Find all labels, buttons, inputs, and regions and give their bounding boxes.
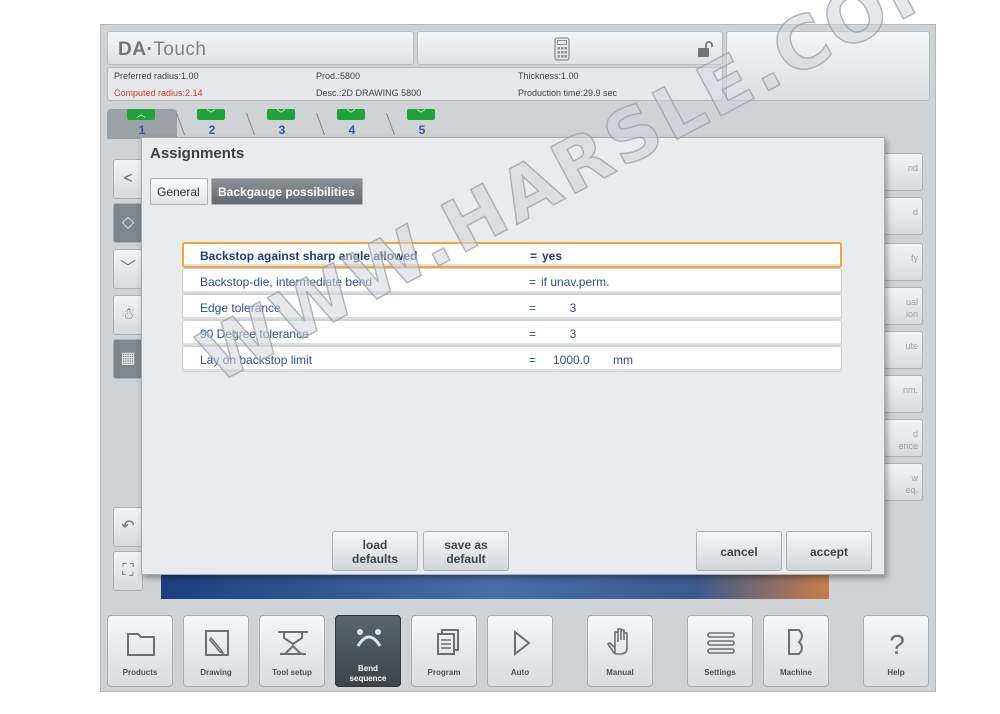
diamond-view-button[interactable]: ◇ (113, 203, 143, 243)
zoom-fit-button[interactable]: ⛶ (113, 551, 143, 591)
help-button[interactable]: ? Help (863, 615, 929, 687)
param-value: 3 (569, 327, 577, 341)
production-time: Production time:29.9 sec (518, 88, 618, 98)
tab-general[interactable]: General (150, 178, 208, 205)
button-label: default (446, 552, 486, 566)
param-value: if unav.perm. (541, 275, 610, 289)
toolbar-label: Help (887, 668, 905, 677)
settings-icon (707, 632, 735, 654)
bend-graphic-area (161, 573, 829, 599)
save-as-default-button[interactable]: save as default (423, 531, 509, 571)
right-button-5[interactable]: ute (883, 331, 923, 369)
button-label: load (362, 538, 388, 552)
play-icon (514, 629, 531, 657)
load-defaults-button[interactable]: load defaults (332, 531, 418, 571)
bend-sequence-button[interactable]: Bend sequence (335, 615, 401, 687)
bend-flag-icon: ︿ (127, 109, 155, 120)
param-unit: mm (613, 353, 633, 367)
rotate-button[interactable]: ↶ (113, 507, 143, 547)
param-equals: = (529, 327, 537, 341)
param-equals: = (529, 275, 537, 289)
calculator-icon (554, 37, 570, 61)
svg-text:?: ? (889, 629, 905, 660)
toolbar-label: Settings (704, 668, 736, 677)
right-button-2[interactable]: d (883, 197, 923, 235)
machine-button[interactable]: Machine (763, 615, 829, 687)
bend-tab-number: 3 (278, 123, 286, 137)
bend-tab-number: 2 (208, 123, 216, 137)
button-label: save as (444, 538, 488, 552)
product-number: Prod.:5800 (316, 71, 361, 81)
param-equals: = (529, 353, 537, 367)
bend-tab-3[interactable]: ﹀ 3 (247, 109, 326, 139)
accept-button[interactable]: accept (786, 531, 872, 571)
bend-tab-2[interactable]: ﹀ 2 (177, 109, 256, 139)
program-button[interactable]: Program (411, 615, 477, 687)
hand-icon (606, 628, 628, 655)
param-equals: = (529, 301, 537, 315)
brand-suffix: Touch (153, 39, 207, 60)
right-button-3[interactable]: fy (883, 243, 923, 281)
preferred-radius: Preferred radius:1.00 (114, 71, 199, 81)
button-label: defaults (351, 552, 398, 566)
settings-button[interactable]: Settings (687, 615, 753, 687)
pages-icon (437, 629, 459, 655)
bend-tab-number: 5 (418, 123, 426, 137)
tool-view-button[interactable]: ☃ (113, 295, 143, 335)
machine-view-button[interactable]: ▦ (113, 339, 143, 379)
thickness: Thickness:1.00 (518, 71, 579, 81)
bend-flag-icon: ﹀ (197, 109, 225, 120)
right-button-8[interactable]: w eq. (883, 463, 923, 501)
header-status-panel (417, 31, 723, 65)
app-title: DA·Touch (107, 31, 414, 65)
back-arrow-button[interactable]: < (113, 159, 143, 199)
auto-button[interactable]: Auto (487, 615, 553, 687)
toolbar-label: Drawing (200, 668, 232, 677)
right-button-7[interactable]: d ence (883, 419, 923, 457)
toolbar-label: Machine (779, 668, 812, 677)
toolbar-label: Bend sequence (349, 664, 387, 683)
bend-tab-1[interactable]: ︿ 1 (107, 109, 186, 139)
chevron-down-button[interactable]: ﹀ (113, 249, 143, 289)
toolbar-label: Tool setup (272, 668, 312, 677)
machine-icon (788, 629, 803, 655)
folder-icon (127, 633, 155, 656)
param-value: 3 (569, 301, 577, 315)
right-button-1[interactable]: nd (883, 153, 923, 191)
pencil-icon (205, 630, 229, 656)
bend-flag-icon: ﹀ (337, 109, 365, 120)
bend-tab-4[interactable]: ﹀ 4 (317, 109, 396, 139)
right-button-4[interactable]: ual ion (883, 287, 923, 325)
dialog-title: Assignments (150, 145, 245, 162)
toolbar-label: Program (427, 668, 461, 677)
param-equals: = (530, 249, 538, 263)
product-description: Desc.:2D DRAWING 5800 (316, 88, 422, 98)
drawing-button[interactable]: Drawing (183, 615, 249, 687)
tool-icon (278, 631, 308, 655)
button-label: cancel (720, 545, 758, 559)
bend-tabs: ︿ 1 ﹀ 2 ﹀ 3 ﹀ 4 ﹀ 5 (107, 109, 527, 139)
toolbar-label: Manual (606, 668, 634, 677)
toolbar-label: Products (122, 668, 158, 677)
button-label: accept (809, 545, 849, 559)
bend-tab-5[interactable]: ﹀ 5 (387, 109, 457, 139)
right-button-6[interactable]: nm. (883, 375, 923, 413)
manual-button[interactable]: Manual (587, 615, 653, 687)
toolbar-label: Auto (510, 668, 530, 677)
bend-icon (356, 629, 382, 647)
computed-radius: Computed radius:2.14 (114, 88, 203, 98)
bend-flag-icon: ﹀ (407, 109, 435, 120)
param-value: yes (542, 249, 563, 263)
help-icon: ? (889, 629, 905, 660)
bend-tab-number: 4 (348, 123, 356, 137)
param-value: 1000.0 (553, 353, 590, 367)
bend-flag-icon: ﹀ (267, 109, 295, 120)
products-button[interactable]: Products (107, 615, 173, 687)
tool-setup-button[interactable]: Tool setup (259, 615, 325, 687)
cancel-button[interactable]: cancel (696, 531, 782, 571)
brand-name: DA (118, 39, 147, 60)
tab-backgauge-possibilities[interactable]: Backgauge possibilities (211, 178, 363, 205)
bend-tab-number: 1 (138, 123, 146, 137)
